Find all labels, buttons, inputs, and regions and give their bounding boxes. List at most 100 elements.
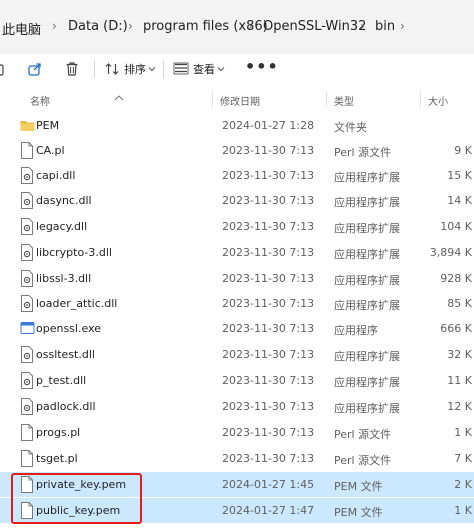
- file-date: 2024-01-27 1:47: [222, 504, 315, 517]
- column-divider[interactable]: [420, 91, 421, 107]
- column-header-date[interactable]: 修改日期: [220, 93, 260, 108]
- file-name: CA.pl: [36, 144, 65, 157]
- file-type: 应用程序扩展: [334, 376, 400, 389]
- file-row[interactable]: p_test.dll 2023-11-30 7:13 应用程序扩展 11 K: [0, 368, 474, 393]
- breadcrumb-chevron-icon: ›: [52, 19, 57, 33]
- file-icon: [20, 142, 34, 159]
- file-row[interactable]: legacy.dll 2023-11-30 7:13 应用程序扩展 104 K: [0, 214, 474, 239]
- annotation-highlight-box: [11, 473, 142, 524]
- file-size: 14 K: [447, 194, 472, 207]
- file-size: 1 K: [454, 504, 472, 517]
- breadcrumb-openssl[interactable]: OpenSSL-Win32: [263, 19, 366, 34]
- copy-icon[interactable]: [0, 60, 9, 78]
- dll-icon: [20, 398, 34, 415]
- file-size: 3,894 K: [429, 246, 472, 259]
- toolbar-divider: [94, 60, 95, 78]
- file-name: tsget.pl: [36, 452, 78, 465]
- file-row[interactable]: PEM 2024-01-27 1:28 文件夹: [0, 113, 474, 138]
- breadcrumb-chevron-icon: ›: [360, 19, 365, 33]
- breadcrumb-chevron-icon: ›: [128, 19, 133, 33]
- file-type: Perl 源文件: [334, 454, 392, 467]
- file-size: 7 K: [454, 452, 472, 465]
- file-size: 12 K: [447, 400, 472, 413]
- file-type: Perl 源文件: [334, 146, 392, 159]
- file-row[interactable]: padlock.dll 2023-11-30 7:13 应用程序扩展 12 K: [0, 394, 474, 419]
- file-type: 应用程序扩展: [334, 402, 400, 415]
- file-date: 2023-11-30 7:13: [222, 374, 315, 387]
- file-name: openssl.exe: [36, 322, 101, 335]
- file-date: 2023-11-30 7:13: [222, 272, 315, 285]
- breadcrumb-chevron-icon: ›: [400, 19, 405, 33]
- file-row[interactable]: dasync.dll 2023-11-30 7:13 应用程序扩展 14 K: [0, 188, 474, 213]
- file-size: 1 K: [454, 426, 472, 439]
- column-header-row: 名称 修改日期 类型 大小: [0, 87, 474, 111]
- breadcrumb-bin[interactable]: bin: [375, 19, 395, 34]
- file-date: 2023-11-30 7:13: [222, 220, 315, 233]
- file-date: 2023-11-30 7:13: [222, 348, 315, 361]
- dll-icon: [20, 192, 34, 209]
- file-size: 85 K: [447, 297, 472, 310]
- file-size: 11 K: [447, 374, 472, 387]
- file-type: PEM 文件: [334, 506, 383, 519]
- file-row[interactable]: capi.dll 2023-11-30 7:13 应用程序扩展 15 K: [0, 163, 474, 188]
- toolbar-divider: [163, 60, 164, 78]
- view-icon[interactable]: [172, 60, 190, 78]
- delete-icon[interactable]: [63, 60, 81, 78]
- file-type: 应用程序扩展: [334, 299, 400, 312]
- file-row[interactable]: progs.pl 2023-11-30 7:13 Perl 源文件 1 K: [0, 420, 474, 445]
- breadcrumb-chevron-icon: ›: [248, 19, 253, 33]
- file-size: 928 K: [440, 272, 472, 285]
- dll-icon: [20, 295, 34, 312]
- file-name: ossltest.dll: [36, 348, 95, 361]
- column-header-size[interactable]: 大小: [428, 93, 448, 108]
- column-header-type[interactable]: 类型: [334, 93, 354, 108]
- file-size: 9 K: [454, 144, 472, 157]
- chevron-down-icon[interactable]: [143, 60, 161, 78]
- file-type: 文件夹: [334, 121, 367, 134]
- file-date: 2023-11-30 7:13: [222, 297, 315, 310]
- breadcrumb: 此电脑 › Data (D:) › program files (x86) › …: [0, 0, 474, 54]
- share-icon[interactable]: [26, 60, 44, 78]
- file-type: 应用程序扩展: [334, 350, 400, 363]
- column-divider[interactable]: [326, 91, 327, 107]
- dll-icon: [20, 218, 34, 235]
- dll-icon: [20, 372, 34, 389]
- file-name: libcrypto-3.dll: [36, 246, 112, 259]
- breadcrumb-this-pc[interactable]: 此电脑: [2, 19, 41, 38]
- file-row[interactable]: ossltest.dll 2023-11-30 7:13 应用程序扩展 32 K: [0, 342, 474, 367]
- more-options-button[interactable]: •••: [245, 57, 279, 76]
- folder-icon: [20, 117, 35, 134]
- file-row[interactable]: tsget.pl 2023-11-30 7:13 Perl 源文件 7 K: [0, 446, 474, 471]
- file-size: 666 K: [440, 322, 472, 335]
- file-type: 应用程序: [334, 324, 378, 337]
- file-row[interactable]: libssl-3.dll 2023-11-30 7:13 应用程序扩展 928 …: [0, 266, 474, 291]
- file-row[interactable]: loader_attic.dll 2023-11-30 7:13 应用程序扩展 …: [0, 291, 474, 316]
- file-date: 2023-11-30 7:13: [222, 144, 315, 157]
- chevron-down-icon[interactable]: [212, 60, 230, 78]
- file-name: libssl-3.dll: [36, 272, 92, 285]
- file-name: p_test.dll: [36, 374, 87, 387]
- dll-icon: [20, 244, 34, 261]
- file-name: dasync.dll: [36, 194, 92, 207]
- dll-icon: [20, 346, 34, 363]
- breadcrumb-drive[interactable]: Data (D:): [68, 19, 128, 34]
- dll-icon: [20, 270, 34, 287]
- file-name: capi.dll: [36, 169, 76, 182]
- file-row[interactable]: libcrypto-3.dll 2023-11-30 7:13 应用程序扩展 3…: [0, 240, 474, 265]
- file-row[interactable]: CA.pl 2023-11-30 7:13 Perl 源文件 9 K: [0, 138, 474, 163]
- sort-ascending-icon: [114, 86, 124, 105]
- file-date: 2023-11-30 7:13: [222, 400, 315, 413]
- file-row[interactable]: openssl.exe 2023-11-30 7:13 应用程序 666 K: [0, 316, 474, 341]
- sort-icon[interactable]: [103, 60, 121, 78]
- file-date: 2023-11-30 7:13: [222, 169, 315, 182]
- column-divider[interactable]: [212, 91, 213, 107]
- file-name: padlock.dll: [36, 400, 96, 413]
- column-header-name[interactable]: 名称: [30, 93, 50, 108]
- file-date: 2023-11-30 7:13: [222, 322, 315, 335]
- command-bar: 排序 查看 •••: [0, 54, 474, 84]
- file-name: loader_attic.dll: [36, 297, 118, 310]
- file-icon: [20, 450, 34, 467]
- dll-icon: [20, 167, 34, 184]
- file-date: 2024-01-27 1:45: [222, 478, 315, 491]
- file-date: 2023-11-30 7:13: [222, 194, 315, 207]
